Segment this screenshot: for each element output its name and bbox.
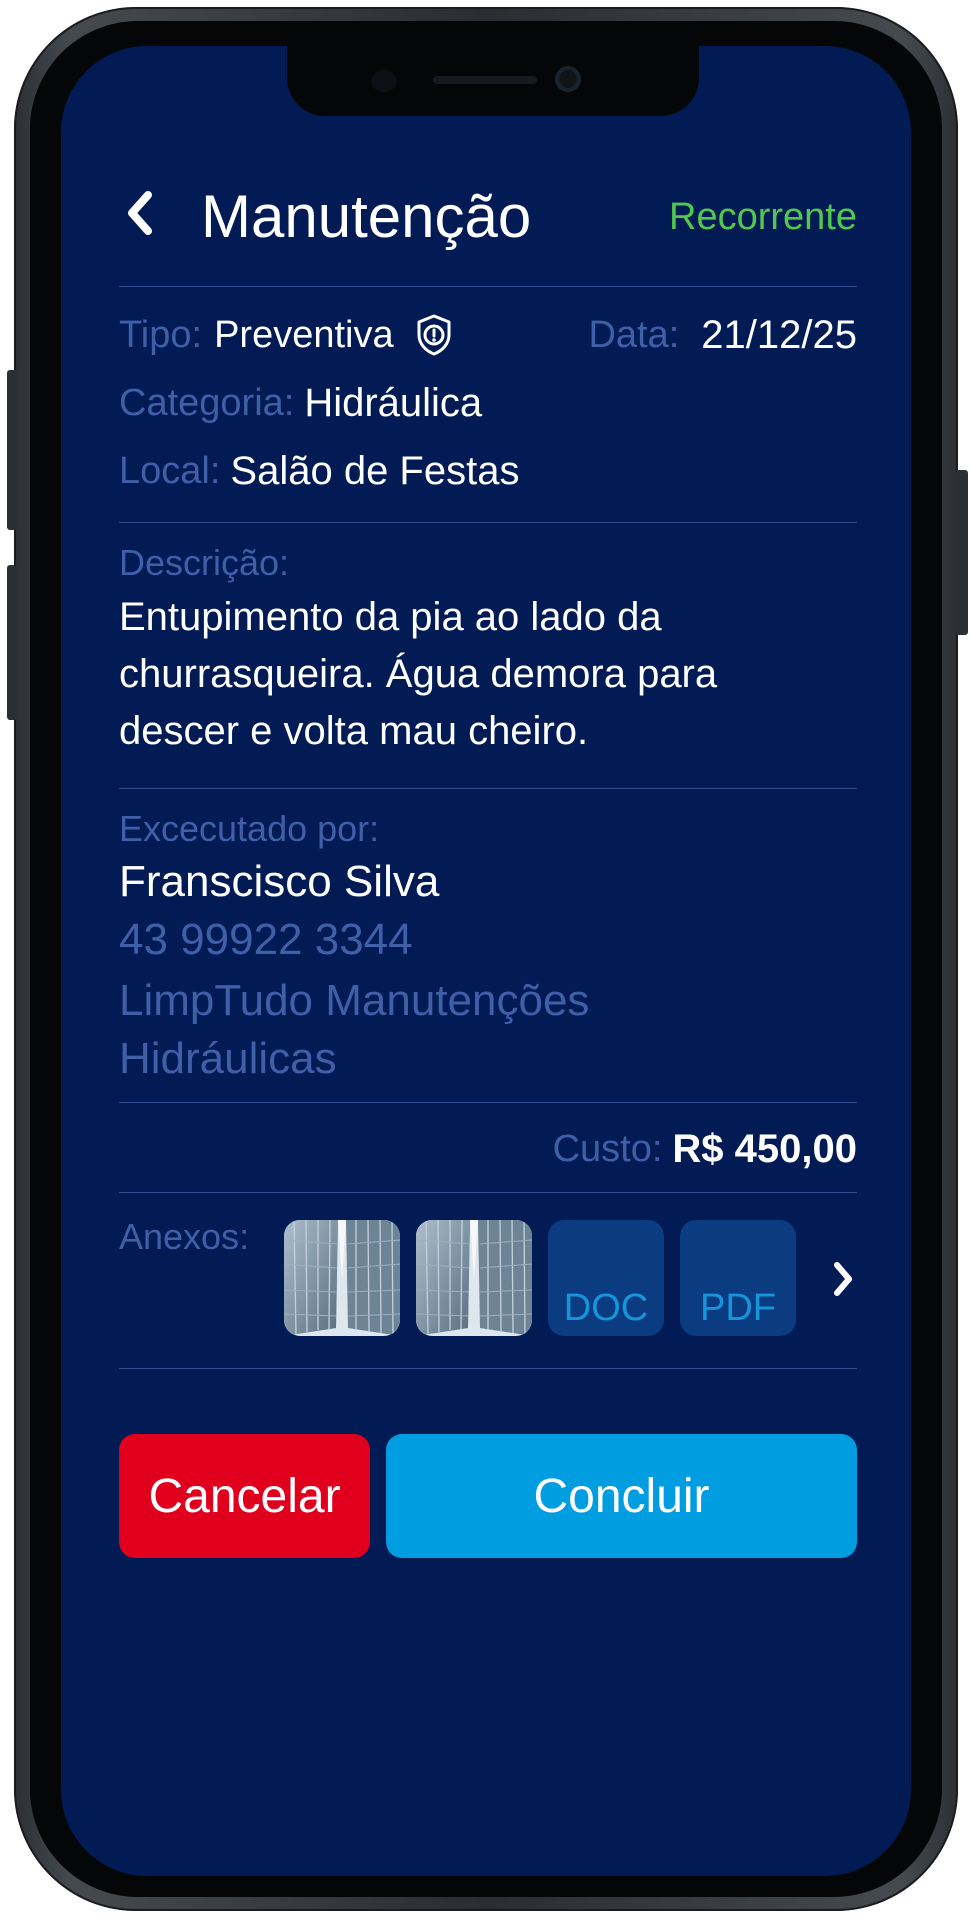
page-title: Manutenção [201,183,532,250]
cost-row: Custo: R$ 450,00 [553,1122,857,1176]
recurrence-badge: Recorrente [669,196,857,238]
date-value: 21/12/25 [701,312,857,357]
executor-company: LimpTudo Manutenções Hidráulicas [119,976,590,1083]
location-row: Local: Salão de Festas [119,444,519,498]
category-value: Hidráulica [304,380,483,425]
executor-label: Excecutado por: [119,808,380,849]
attachment-doc[interactable]: DOC [548,1220,664,1336]
divider [119,522,857,523]
cost-label: Custo: [552,1127,663,1170]
executor-phone[interactable]: 43 99922 3344 [119,912,413,968]
power-button [956,470,968,635]
attachment-photo[interactable] [416,1220,532,1336]
volume-down-button [7,565,17,720]
divider [119,788,857,789]
app-screen: Manutenção Recorrente Tipo: Preventiva D… [61,46,911,1876]
building-photo-icon [284,1220,400,1336]
doc-label: DOC [563,1287,649,1329]
description-label: Descrição: [119,542,290,583]
divider [119,1192,857,1193]
category-label: Categoria: [119,381,295,424]
location-label: Local: [119,449,221,492]
location-value: Salão de Festas [230,448,520,493]
divider [119,1368,857,1369]
attachments-label: Anexos: [119,1216,250,1257]
back-button[interactable] [115,184,163,242]
type-label: Tipo: [119,313,203,356]
type-row: Tipo: Preventiva [119,308,454,362]
description-text: Entupimento da pia ao lado da churrasque… [119,595,718,753]
category-row: Categoria: Hidráulica [119,376,482,430]
building-photo-icon [416,1220,532,1336]
volume-up-button [7,370,17,530]
executor-name: Franscisco Silva [119,857,440,906]
divider [119,286,857,287]
notch [287,46,699,116]
attachment-pdf[interactable]: PDF [680,1220,796,1336]
chevron-right-icon [834,1262,852,1296]
cost-value: R$ 450,00 [672,1126,857,1171]
conclude-button[interactable]: Concluir [386,1434,857,1558]
attachments-next-button[interactable] [823,1252,863,1306]
attachment-photo[interactable] [284,1220,400,1336]
date-label: Data: [588,313,680,356]
type-value: Preventiva [214,313,394,356]
chevron-left-icon [128,191,152,235]
shield-alert-icon [417,314,451,356]
date-row: Data: 21/12/25 [588,308,857,362]
earpiece-speaker [433,76,537,84]
pdf-label: PDF [700,1287,776,1329]
divider [119,1102,857,1103]
cancel-button[interactable]: Cancelar [119,1434,370,1558]
